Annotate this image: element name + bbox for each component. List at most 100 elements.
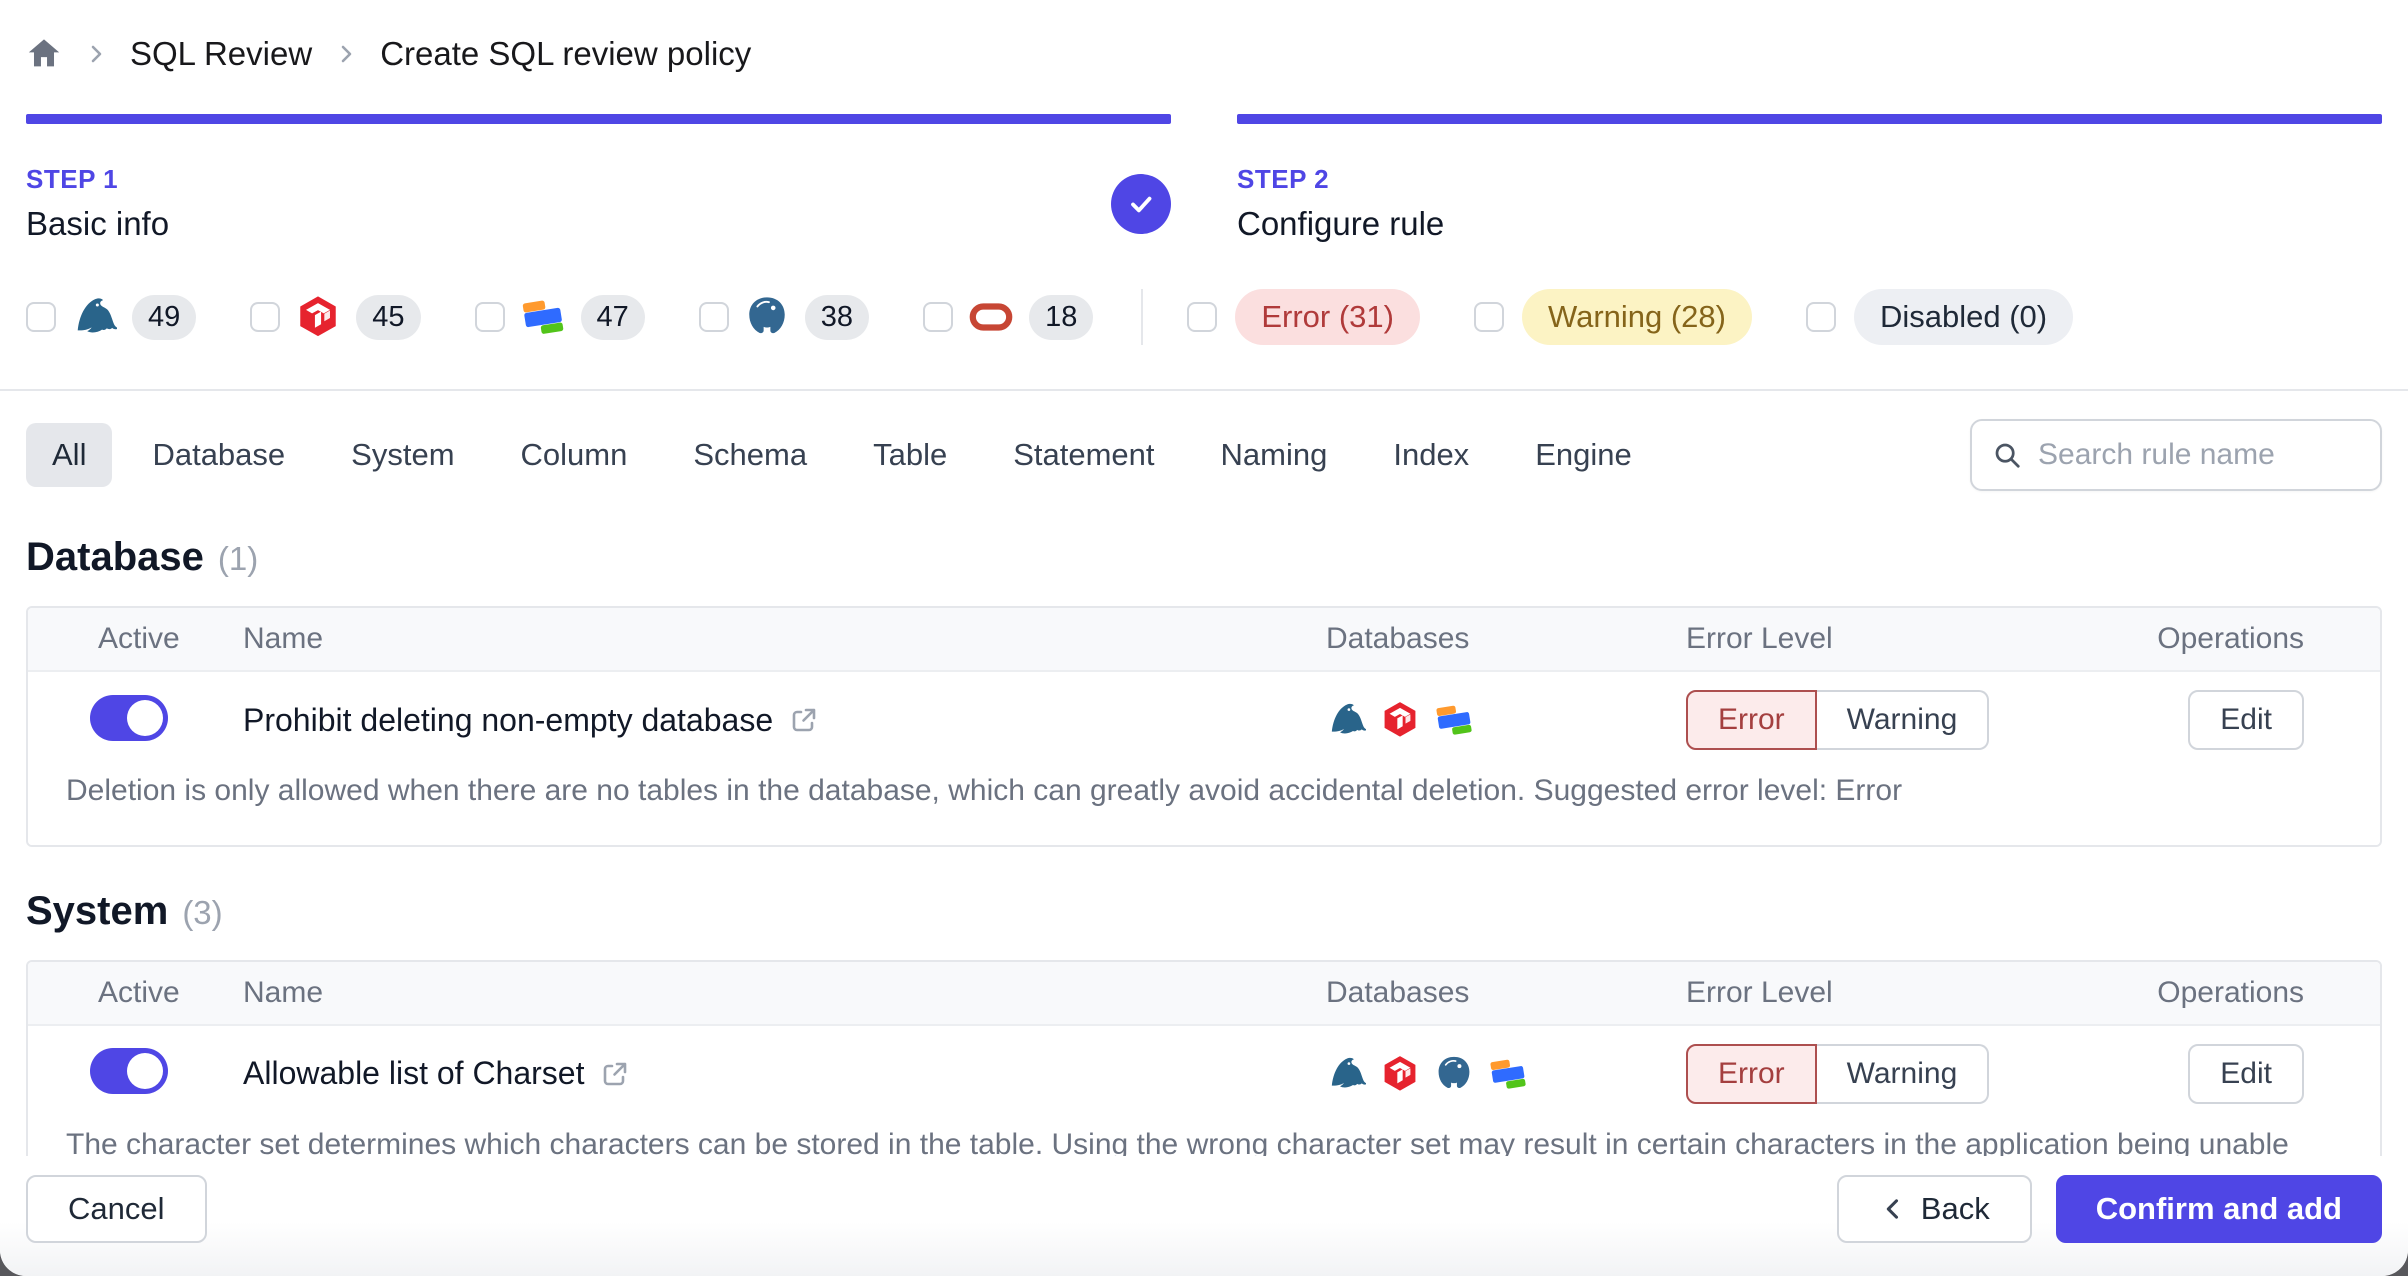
- column-header-active: Active: [98, 975, 180, 1009]
- step-1-progress-bar: [26, 114, 1171, 124]
- chevron-right-icon: [334, 42, 358, 66]
- checkbox[interactable]: [923, 302, 954, 332]
- step-1: STEP 1 Basic info: [26, 114, 1171, 243]
- checkbox[interactable]: [698, 302, 729, 332]
- section-title: Database: [26, 535, 204, 579]
- external-link-icon[interactable]: [600, 1059, 630, 1089]
- engine-rule-count: 47: [580, 294, 645, 340]
- section-title: System: [26, 888, 169, 933]
- rule-active-toggle[interactable]: [90, 694, 168, 741]
- back-button[interactable]: Back: [1836, 1175, 2032, 1243]
- checkbox[interactable]: [474, 302, 505, 332]
- error-level-error-button[interactable]: Error: [1686, 1043, 1817, 1104]
- step-2-label: STEP 2: [1237, 164, 1330, 194]
- table-header-row: Active Name Databases Error Level Operations: [28, 961, 2380, 1026]
- table-header-row: Active Name Databases Error Level Operations: [28, 608, 2380, 672]
- search-rule-box[interactable]: [1970, 419, 2382, 491]
- rule-database-icons: [1300, 700, 1660, 740]
- tab-statement[interactable]: Statement: [987, 423, 1180, 487]
- step-complete-check-icon: [1111, 173, 1171, 234]
- tab-table[interactable]: Table: [847, 423, 973, 487]
- section-heading: Database (1): [0, 535, 2408, 580]
- external-link-icon[interactable]: [789, 705, 819, 735]
- engine-filter-oceanbase[interactable]: 47: [474, 293, 645, 341]
- tab-column[interactable]: Column: [495, 423, 654, 487]
- column-header-active: Active: [98, 622, 180, 655]
- step-1-title: Basic info: [26, 205, 170, 242]
- level-pill-error: Error (31): [1235, 289, 1420, 345]
- engine-filter-postgresql[interactable]: 38: [698, 293, 870, 341]
- oceanbase-icon: [1488, 1054, 1528, 1094]
- column-header-error-level: Error Level: [1686, 975, 1833, 1009]
- tidb-icon: [1380, 1054, 1420, 1094]
- tab-database[interactable]: Database: [126, 423, 311, 487]
- home-icon[interactable]: [26, 36, 62, 72]
- cancel-button[interactable]: Cancel: [26, 1175, 207, 1243]
- level-filter-warning[interactable]: Warning (28): [1473, 289, 1752, 345]
- error-level-warning-button[interactable]: Warning: [1816, 690, 1990, 750]
- level-filter-disabled[interactable]: Disabled (0): [1806, 289, 2074, 345]
- search-rule-input[interactable]: [2038, 438, 2360, 472]
- create-sql-review-policy-page: SQL Review Create SQL review policy STEP…: [0, 0, 2408, 1276]
- breadcrumb-sql-review[interactable]: SQL Review: [130, 35, 312, 73]
- mysql-icon: [1326, 700, 1366, 740]
- rule-sections: Database (1) Active Name Databases Error Leve…: [0, 535, 2408, 1247]
- chevron-right-icon: [84, 42, 108, 66]
- tab-index[interactable]: Index: [1367, 423, 1495, 487]
- tab-schema[interactable]: Schema: [667, 423, 833, 487]
- step-1-label: STEP 1: [26, 164, 119, 194]
- postgresql-icon: [1434, 1054, 1474, 1094]
- tab-all[interactable]: All: [26, 423, 113, 487]
- rule-row: Allowable list of Charset Error Warning Edi…: [28, 1025, 2380, 1122]
- postgresql-icon: [743, 293, 791, 341]
- column-header-error-level: Error Level: [1686, 622, 1833, 655]
- column-header-name: Name: [243, 622, 324, 655]
- engine-rule-count: 49: [132, 294, 197, 340]
- engine-rule-count: 45: [356, 294, 421, 340]
- back-button-label: Back: [1920, 1191, 1990, 1226]
- step-2: STEP 2 Configure rule: [1237, 114, 2382, 243]
- column-header-operations: Operations: [2157, 622, 2304, 655]
- error-level-warning-button[interactable]: Warning: [1816, 1043, 1990, 1104]
- rule-table: Active Name Databases Error Level Operations…: [26, 606, 2382, 847]
- section-rule-count: (3): [182, 893, 223, 931]
- level-pill-warning: Warning (28): [1521, 289, 1752, 345]
- error-level-selector: Error Warning: [1660, 1043, 2080, 1104]
- filter-bar: 49 45 47 38 18 Error (31) Warning (28) Disabled…: [0, 289, 2408, 345]
- column-header-name: Name: [243, 975, 324, 1009]
- checkbox[interactable]: [1806, 302, 1836, 332]
- tab-naming[interactable]: Naming: [1195, 423, 1354, 487]
- footer-action-bar: Cancel Back Confirm and add: [0, 1156, 2408, 1276]
- checkbox[interactable]: [1473, 302, 1504, 332]
- tidb-icon: [1380, 700, 1420, 740]
- edit-rule-button[interactable]: Edit: [2188, 690, 2304, 750]
- step-2-title: Configure rule: [1237, 205, 1445, 242]
- error-level-error-button[interactable]: Error: [1686, 690, 1817, 750]
- step-indicator: STEP 1 Basic info STEP 2 Configure rule: [0, 114, 2408, 243]
- engine-filter-mysql[interactable]: 49: [26, 293, 197, 341]
- chevron-left-icon: [1879, 1195, 1907, 1223]
- level-pill-disabled: Disabled (0): [1854, 289, 2074, 345]
- section-divider: [0, 389, 2408, 391]
- checkbox[interactable]: [1187, 302, 1218, 332]
- rule-name: Allowable list of Charset: [243, 1055, 585, 1091]
- category-tabs: All Database System Column Schema Table Statem…: [26, 423, 1672, 487]
- rule-database-icons: [1300, 1054, 1660, 1094]
- engine-filter-oracle[interactable]: 18: [923, 293, 1094, 341]
- section-heading: System (3): [0, 889, 2408, 934]
- checkbox[interactable]: [250, 302, 281, 332]
- tab-engine[interactable]: Engine: [1509, 423, 1658, 487]
- section-rule-count: (1): [217, 540, 259, 577]
- tab-system[interactable]: System: [325, 423, 480, 487]
- engine-filter-tidb[interactable]: 45: [250, 293, 421, 341]
- engine-rule-count: 18: [1029, 294, 1094, 340]
- level-filter-error[interactable]: Error (31): [1187, 289, 1420, 345]
- confirm-and-add-button[interactable]: Confirm and add: [2055, 1175, 2382, 1243]
- oceanbase-icon: [519, 293, 567, 341]
- rule-active-toggle[interactable]: [90, 1048, 168, 1094]
- rule-description: Deletion is only allowed when there are …: [28, 768, 2380, 845]
- oracle-icon: [967, 293, 1015, 341]
- edit-rule-button[interactable]: Edit: [2188, 1043, 2304, 1104]
- checkbox[interactable]: [26, 302, 56, 332]
- column-header-operations: Operations: [2157, 975, 2304, 1009]
